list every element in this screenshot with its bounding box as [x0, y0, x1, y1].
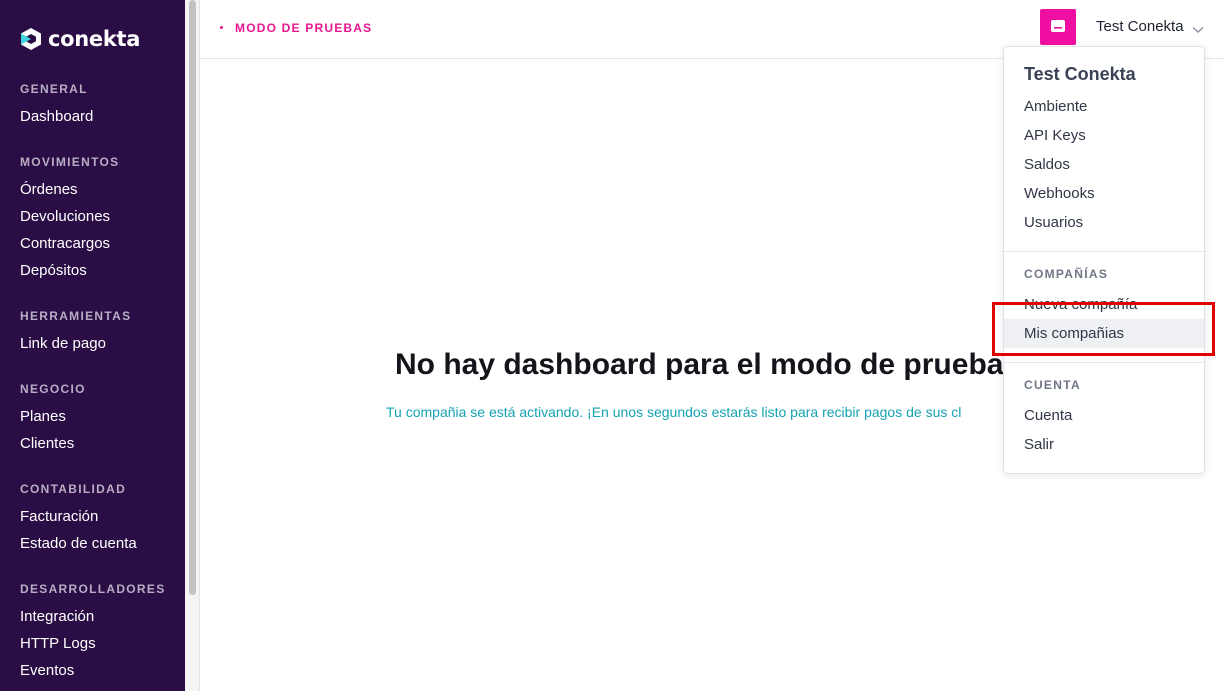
- sidebar-scrollbar[interactable]: [185, 0, 200, 691]
- sidebar-item-http-logs[interactable]: HTTP Logs: [20, 630, 166, 657]
- sidebar-item-clientes[interactable]: Clientes: [20, 430, 86, 457]
- chat-bubble-icon[interactable]: [1040, 9, 1076, 45]
- nav-heading-desarrolladores: DESARROLLADORES: [20, 582, 166, 596]
- nav-heading-contabilidad: CONTABILIDAD: [20, 482, 127, 496]
- menu-divider: [1004, 362, 1204, 363]
- nav-section-herramientas: HERRAMIENTAS Link de pago: [20, 307, 131, 357]
- sidebar-item-integracion[interactable]: Integración: [20, 603, 166, 630]
- menu-item-cuenta[interactable]: Cuenta: [1004, 401, 1204, 430]
- menu-item-usuarios[interactable]: Usuarios: [1004, 208, 1204, 237]
- menu-item-salir[interactable]: Salir: [1004, 430, 1204, 459]
- sidebar-item-facturacion[interactable]: Facturación: [20, 503, 137, 530]
- nav-section-movimientos: MOVIMIENTOS Órdenes Devoluciones Contrac…: [20, 153, 119, 284]
- cuenta-heading: CUENTA: [1024, 378, 1081, 392]
- nav-heading-herramientas: HERRAMIENTAS: [20, 309, 132, 323]
- menu-item-webhooks[interactable]: Webhooks: [1004, 179, 1204, 208]
- nav-section-desarrolladores: DESARROLLADORES Integración HTTP Logs Ev…: [20, 580, 166, 684]
- sidebar-item-depositos[interactable]: Depósitos: [20, 257, 119, 284]
- conekta-logo-icon: [20, 27, 42, 51]
- test-mode-label: MODO DE PRUEBAS: [235, 21, 373, 35]
- sidebar-item-planes[interactable]: Planes: [20, 403, 86, 430]
- empty-state-title: No hay dashboard para el modo de prueba: [395, 348, 1004, 381]
- sidebar-item-contracargos[interactable]: Contracargos: [20, 230, 119, 257]
- nav-section-contabilidad: CONTABILIDAD Facturación Estado de cuent…: [20, 480, 137, 557]
- empty-state-subtitle: Tu compañia se está activando. ¡En unos …: [386, 404, 962, 420]
- menu-item-saldos[interactable]: Saldos: [1004, 150, 1204, 179]
- dropdown-account-title: Test Conekta: [1024, 64, 1136, 84]
- sidebar-item-link-de-pago[interactable]: Link de pago: [20, 330, 131, 357]
- account-menu-button[interactable]: Test Conekta: [1096, 18, 1184, 35]
- nav-section-negocio: NEGOCIO Planes Clientes: [20, 380, 86, 457]
- menu-divider: [1004, 251, 1204, 252]
- menu-item-api-keys[interactable]: API Keys: [1004, 121, 1204, 150]
- nav-section-general: GENERAL Dashboard: [20, 80, 93, 130]
- sidebar-item-devoluciones[interactable]: Devoluciones: [20, 203, 119, 230]
- menu-item-mis-companias[interactable]: Mis compañias: [1004, 319, 1204, 348]
- account-dropdown-menu: Test Conekta Ambiente API Keys Saldos We…: [1003, 46, 1205, 474]
- sidebar-item-estado-de-cuenta[interactable]: Estado de cuenta: [20, 530, 137, 557]
- sidebar-item-ordenes[interactable]: Órdenes: [20, 176, 119, 203]
- menu-item-nueva-compania[interactable]: Nueva compañía: [1004, 290, 1204, 319]
- nav-heading-negocio: NEGOCIO: [20, 382, 86, 396]
- menu-item-ambiente[interactable]: Ambiente: [1004, 92, 1204, 121]
- logo-text: conekta: [48, 27, 141, 51]
- conekta-logo[interactable]: conekta: [20, 27, 140, 51]
- companias-heading: COMPAÑÍAS: [1024, 267, 1109, 281]
- scrollbar-thumb[interactable]: [189, 0, 196, 595]
- sidebar-item-dashboard[interactable]: Dashboard: [20, 103, 93, 130]
- mode-dot-icon: [220, 26, 223, 29]
- chevron-down-icon[interactable]: [1192, 21, 1204, 39]
- sidebar-item-eventos[interactable]: Eventos: [20, 657, 166, 684]
- nav-heading-general: GENERAL: [20, 82, 88, 96]
- nav-heading-movimientos: MOVIMIENTOS: [20, 155, 120, 169]
- sidebar: conekta GENERAL Dashboard MOVIMIENTOS Ór…: [0, 0, 185, 691]
